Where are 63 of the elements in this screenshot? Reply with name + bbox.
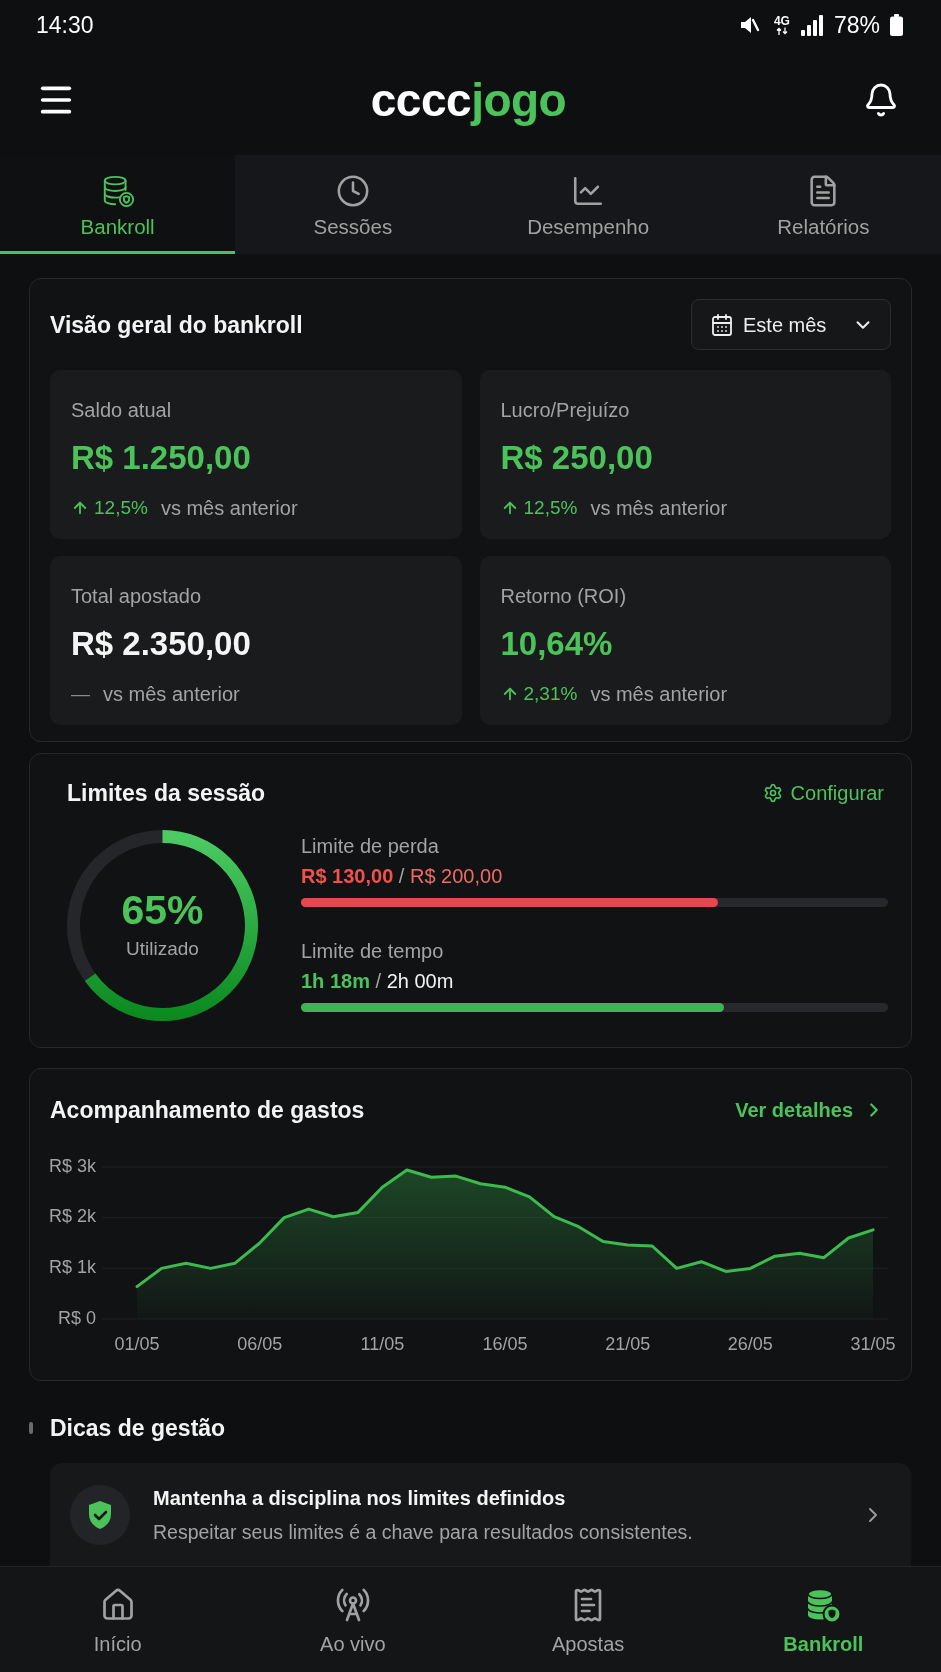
comparison-note: vs mês anterior bbox=[103, 682, 240, 706]
metric-label: Saldo atual bbox=[71, 398, 172, 422]
ring-caption: Utilizado bbox=[126, 936, 199, 961]
metric-label: Retorno (ROI) bbox=[500, 584, 627, 608]
ring-percentage: 65% bbox=[121, 886, 204, 933]
metric-value: R$ 2.350,00 bbox=[71, 624, 251, 664]
nav-item[interactable]: Ao vivo bbox=[235, 1567, 471, 1672]
x-axis-label: 01/05 bbox=[114, 1333, 160, 1354]
comparison-note: vs mês anterior bbox=[590, 496, 728, 520]
metric-value: 10,64% bbox=[500, 624, 613, 664]
configure-link[interactable]: Configurar bbox=[762, 781, 884, 805]
data-arrows-icon bbox=[774, 27, 789, 35]
battery-level: 78% bbox=[833, 11, 880, 39]
section-title: Dicas de gestão bbox=[50, 1414, 226, 1442]
y-axis-label: R$ 1k bbox=[50, 1257, 96, 1278]
clock-icon bbox=[335, 174, 370, 208]
limit-reading: R$ 130,00 / R$ 200,00 bbox=[301, 864, 503, 888]
x-axis-label: 11/05 bbox=[360, 1333, 405, 1354]
logo: ccccjogo bbox=[370, 73, 567, 126]
limit-label: Limite de perda bbox=[301, 834, 439, 858]
card-title: Acompanhamento de gastos bbox=[50, 1096, 365, 1124]
calendar-icon bbox=[710, 312, 734, 337]
x-axis-label: 31/05 bbox=[850, 1333, 896, 1354]
metric-value: R$ 1.250,00 bbox=[71, 438, 251, 478]
details-link[interactable]: Ver detalhes bbox=[735, 1098, 885, 1122]
tip-text: Respeitar seus limites é a chave para resultados consistentes. bbox=[153, 1519, 693, 1544]
tab[interactable]: Bankroll bbox=[0, 155, 236, 254]
x-axis-label: 26/05 bbox=[727, 1333, 773, 1354]
x-axis-label: 06/05 bbox=[237, 1333, 283, 1354]
metric-label: Total apostado bbox=[71, 584, 202, 608]
period-dropdown[interactable]: Este mês bbox=[691, 299, 891, 350]
comparison-note: vs mês anterior bbox=[160, 496, 298, 520]
y-axis-label: R$ 2k bbox=[50, 1206, 96, 1227]
coin-stack-icon bbox=[805, 1587, 842, 1623]
metric-value: R$ 250,00 bbox=[500, 438, 653, 478]
x-axis-label: 16/05 bbox=[482, 1333, 528, 1354]
comparison-note: vs mês anterior bbox=[590, 682, 728, 706]
change-value: — bbox=[71, 682, 90, 706]
y-axis-label: R$ 0 bbox=[57, 1307, 96, 1328]
network-label: 4G bbox=[773, 15, 790, 27]
nav-item[interactable]: Bankroll bbox=[705, 1567, 941, 1672]
metric-label: Lucro/Prejuízo bbox=[500, 398, 630, 422]
shield-check-icon bbox=[70, 1484, 130, 1545]
change-value: 12,5% bbox=[94, 496, 148, 520]
nav-item[interactable]: Apostas bbox=[470, 1567, 706, 1672]
card-title: Limites da sessão bbox=[67, 779, 266, 807]
change-value: 12,5% bbox=[523, 496, 578, 520]
signal-icon bbox=[799, 14, 824, 36]
x-axis-label: 21/05 bbox=[605, 1333, 651, 1354]
change-value: 2,31% bbox=[523, 682, 578, 706]
battery-icon bbox=[890, 14, 903, 36]
bell-icon bbox=[863, 81, 899, 118]
settings-icon bbox=[762, 783, 783, 803]
card-title: Visão geral do bankroll bbox=[50, 310, 303, 339]
section-marker-icon bbox=[29, 1422, 33, 1434]
nav-item[interactable]: Início bbox=[0, 1567, 236, 1672]
tip-card[interactable]: Mantenha a disciplina nos limites definidos Respeitar seus limites é a chave para resultados consistentes. bbox=[50, 1463, 911, 1566]
limit-reading: 1h 18m / 2h 00m bbox=[301, 969, 454, 993]
radio-tower-icon bbox=[334, 1587, 371, 1623]
status-time: 14:30 bbox=[36, 11, 94, 39]
y-axis-label: R$ 3k bbox=[50, 1155, 96, 1176]
limit-label: Limite de tempo bbox=[301, 939, 444, 963]
tip-title: Mantenha a disciplina nos limites definidos bbox=[153, 1485, 566, 1510]
